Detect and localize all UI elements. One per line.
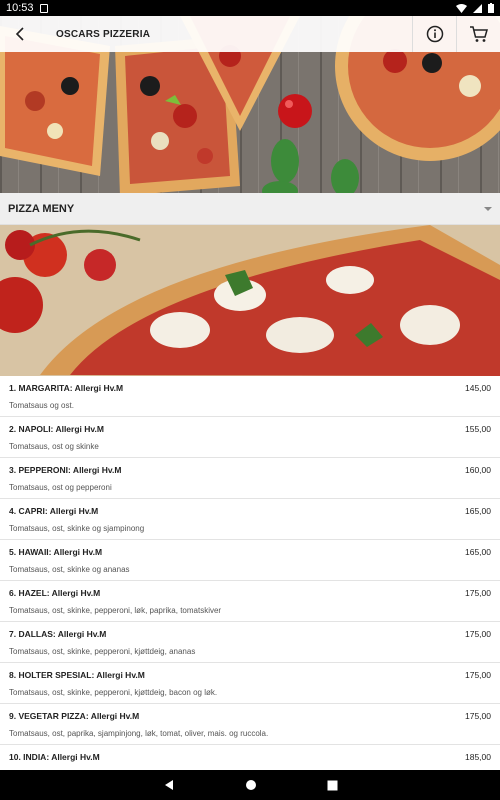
menu-item-description: Tomatsaus, ost, skinke, pepperoni, kjøtt… — [9, 688, 218, 697]
cart-icon — [469, 26, 488, 42]
menu-list: 1. MARGARITA: Allergi Hv.M Tomatsaus og … — [0, 376, 500, 770]
cart-button[interactable] — [456, 16, 500, 52]
battery-icon — [488, 3, 494, 13]
menu-item-description: Tomatsaus og ost. — [9, 401, 74, 410]
menu-item[interactable]: 7. DALLAS: Allergi Hv.M Tomatsaus, ost, … — [0, 622, 500, 663]
menu-item-price: 155,00 — [465, 424, 491, 434]
menu-item-description: Tomatsaus, ost og skinke — [9, 442, 99, 451]
nav-home-icon[interactable] — [245, 779, 257, 791]
menu-item-description: Tomatsaus, ost, skinke og sjampinong — [9, 524, 145, 533]
menu-item-description: Tomatsaus, ost og pepperoni — [9, 483, 112, 492]
menu-item-name: 3. PEPPERONI: Allergi Hv.M — [9, 465, 122, 475]
menu-item[interactable]: 3. PEPPERONI: Allergi Hv.M Tomatsaus, os… — [0, 458, 500, 499]
back-arrow-icon — [15, 27, 24, 41]
menu-item-name: 1. MARGARITA: Allergi Hv.M — [9, 383, 124, 393]
back-button[interactable] — [0, 16, 40, 52]
menu-item[interactable]: 4. CAPRI: Allergi Hv.M Tomatsaus, ost, s… — [0, 499, 500, 540]
menu-item-name: 7. DALLAS: Allergi Hv.M — [9, 629, 107, 639]
menu-item-price: 145,00 — [465, 383, 491, 393]
nav-back-icon[interactable] — [163, 779, 175, 791]
menu-item[interactable]: 9. VEGETAR PIZZA: Allergi Hv.M Tomatsaus… — [0, 704, 500, 745]
menu-item[interactable]: 10. INDIA: Allergi Hv.M 185,00 — [0, 745, 500, 770]
menu-item-name: 6. HAZEL: Allergi Hv.M — [9, 588, 101, 598]
category-banner-image — [0, 225, 500, 376]
menu-item[interactable]: 2. NAPOLI: Allergi Hv.M Tomatsaus, ost o… — [0, 417, 500, 458]
chevron-down-icon — [484, 206, 492, 211]
info-button[interactable] — [412, 16, 456, 52]
menu-item-price: 175,00 — [465, 629, 491, 639]
status-time: 10:53 — [6, 2, 34, 14]
menu-item-price: 165,00 — [465, 547, 491, 557]
menu-item-price: 165,00 — [465, 506, 491, 516]
menu-item[interactable]: 5. HAWAII: Allergi Hv.M Tomatsaus, ost, … — [0, 540, 500, 581]
page-title: OSCARS PIZZERIA — [56, 28, 151, 40]
menu-item-description: Tomatsaus, ost, skinke, pepperoni, løk, … — [9, 606, 222, 615]
menu-item-description: Tomatsaus, ost, skinke og ananas — [9, 565, 130, 574]
margherita-illustration — [0, 225, 500, 376]
menu-item-name: 2. NAPOLI: Allergi Hv.M — [9, 424, 104, 434]
menu-item[interactable]: 6. HAZEL: Allergi Hv.M Tomatsaus, ost, s… — [0, 581, 500, 622]
system-navigation-bar — [0, 770, 500, 800]
menu-item[interactable]: 1. MARGARITA: Allergi Hv.M Tomatsaus og … — [0, 376, 500, 417]
menu-item-price: 175,00 — [465, 588, 491, 598]
signal-icon — [473, 3, 482, 13]
nav-recents-icon[interactable] — [327, 780, 338, 791]
status-bar: 10:53 — [0, 0, 500, 16]
menu-item-name: 8. HOLTER SPESIAL: Allergi Hv.M — [9, 670, 145, 680]
menu-item-name: 4. CAPRI: Allergi Hv.M — [9, 506, 99, 516]
menu-item-price: 175,00 — [465, 711, 491, 721]
wifi-icon — [456, 3, 467, 13]
notification-icon — [39, 3, 48, 13]
app-header: OSCARS PIZZERIA — [0, 16, 500, 52]
category-dropdown[interactable]: PIZZA MENY — [0, 193, 500, 225]
info-icon — [426, 25, 443, 43]
menu-item-name: 9. VEGETAR PIZZA: Allergi Hv.M — [9, 711, 140, 721]
category-label: PIZZA MENY — [8, 202, 75, 215]
menu-item-name: 10. INDIA: Allergi Hv.M — [9, 752, 100, 762]
menu-item-description: Tomatsaus, ost, paprika, sjampinjong, lø… — [9, 729, 269, 738]
menu-item[interactable]: 8. HOLTER SPESIAL: Allergi Hv.M Tomatsau… — [0, 663, 500, 704]
menu-item-description: Tomatsaus, ost, skinke, pepperoni, kjøtt… — [9, 647, 196, 656]
menu-item-price: 185,00 — [465, 752, 491, 762]
menu-item-price: 175,00 — [465, 670, 491, 680]
menu-item-name: 5. HAWAII: Allergi Hv.M — [9, 547, 103, 557]
menu-item-price: 160,00 — [465, 465, 491, 475]
